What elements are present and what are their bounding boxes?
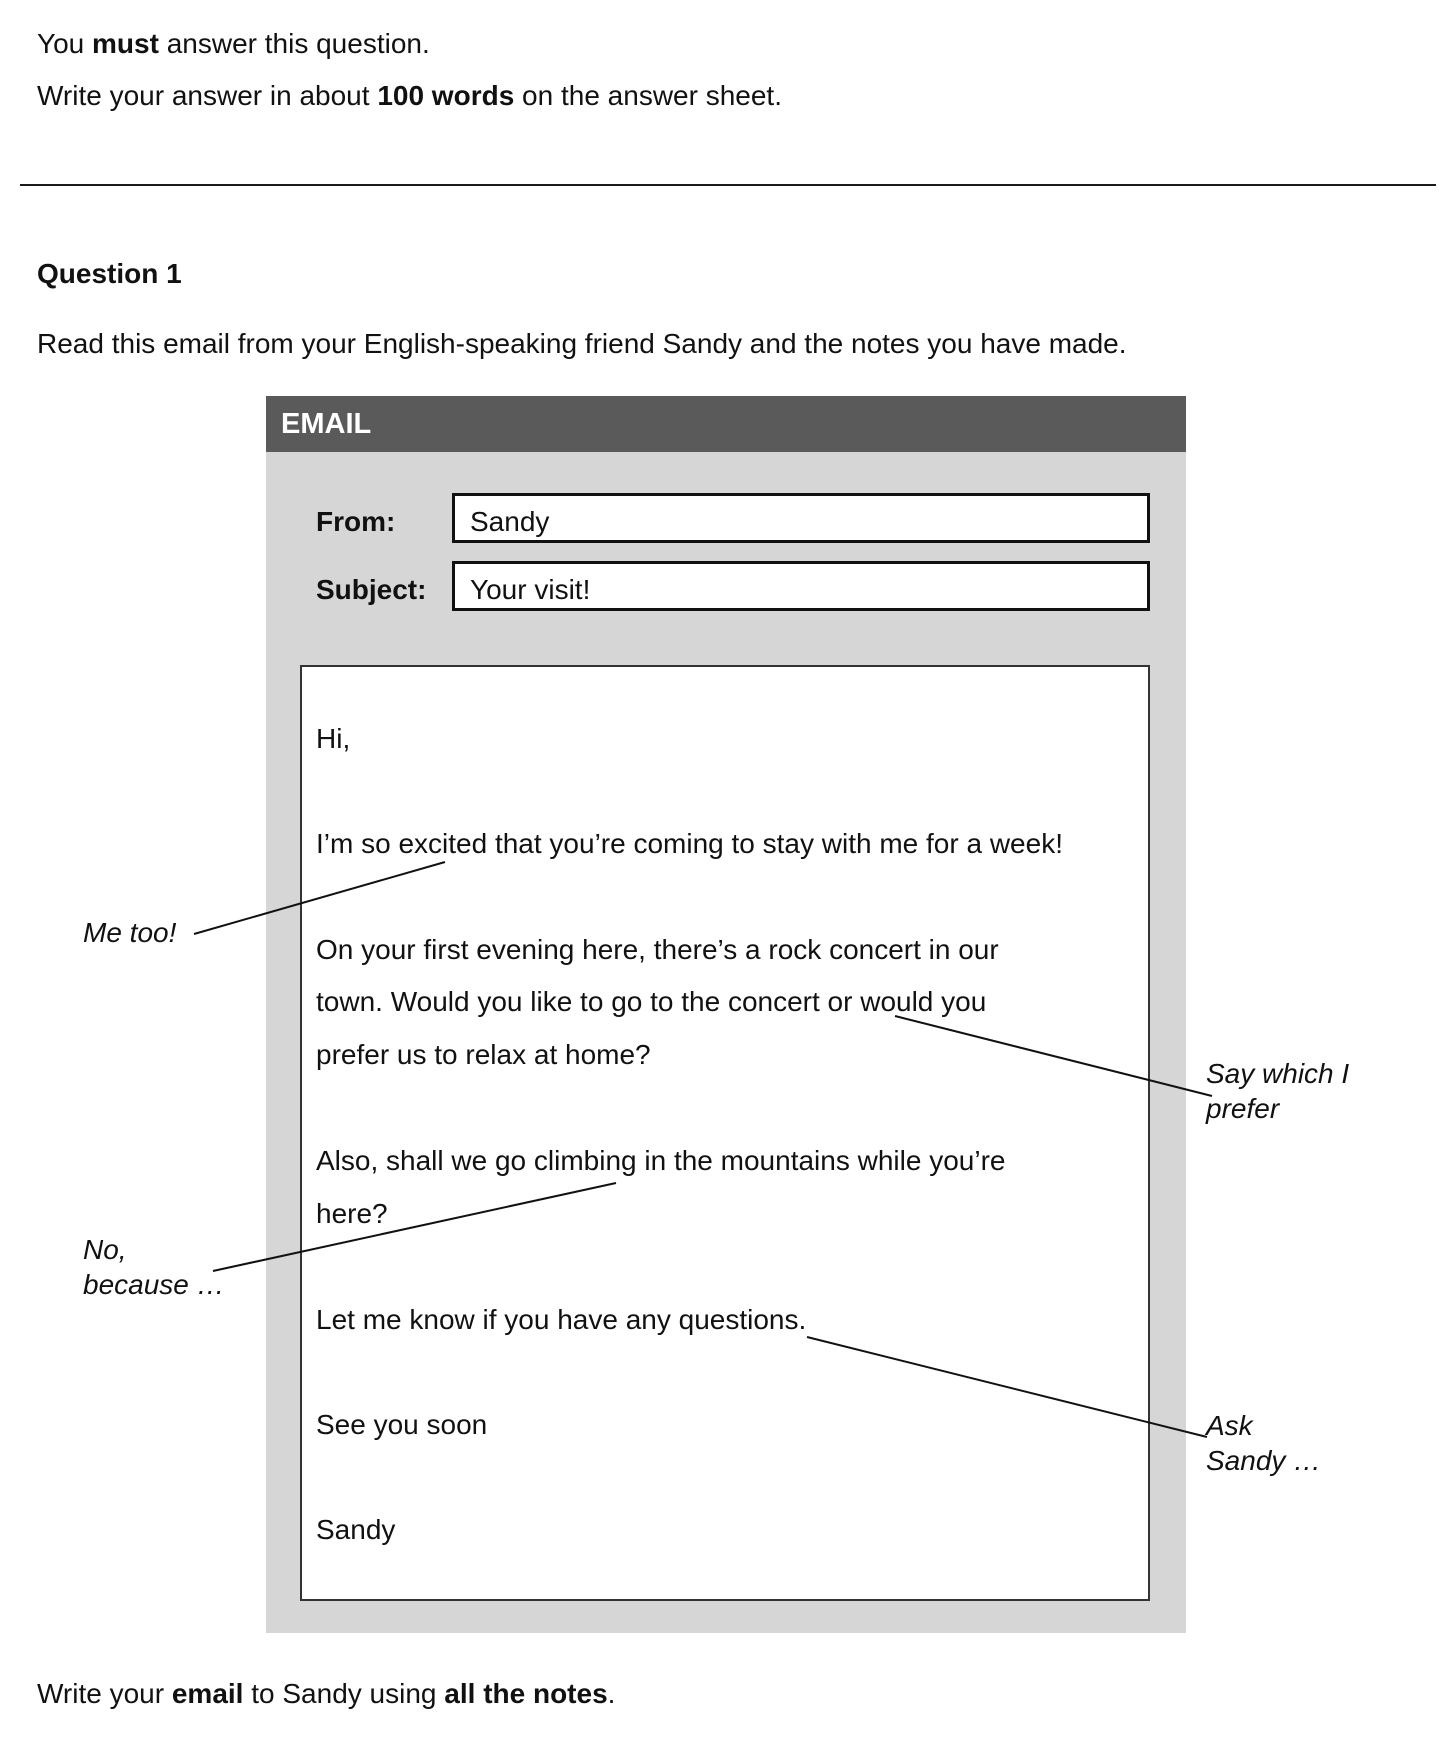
from-field (452, 493, 1150, 543)
email-body (300, 665, 1150, 1601)
email-panel-header (266, 396, 1186, 452)
note-text: Say which I (1206, 1058, 1350, 1089)
instruction-emphasis: all the notes (444, 1678, 608, 1709)
instruction-text: Write your answer in about (37, 80, 378, 111)
email-closing: See you soon (316, 1409, 488, 1440)
note-text: No, (83, 1234, 127, 1265)
from-label: From: (316, 506, 396, 537)
note-ask-sandy: Ask Sandy … (1206, 1408, 1321, 1478)
note-text: Me too! (83, 917, 177, 948)
section-divider (20, 184, 1436, 186)
email-paragraph-4: Let me know if you have any questions. (316, 1304, 807, 1335)
instruction-text: to Sandy using (243, 1678, 445, 1709)
note-say-which-i-prefer: Say which I prefer (1206, 1056, 1349, 1126)
instruction-must-answer: You must answer this question. (37, 28, 430, 60)
note-text: prefer (1206, 1093, 1280, 1124)
instruction-emphasis: 100 words (377, 80, 515, 111)
question-title: Question 1 (37, 258, 182, 289)
note-text: Ask (1206, 1410, 1253, 1441)
email-paragraph-3-line-1: Also, shall we go climbing in the mounta… (316, 1145, 1006, 1176)
note-no-because: No, because … (83, 1232, 225, 1302)
email-paragraph-2-line-2: town. Would you like to go to the concer… (316, 986, 987, 1017)
instruction-emphasis: email (171, 1678, 244, 1709)
note-me-too: Me too! (83, 915, 176, 950)
email-paragraph-3-line-2: here? (316, 1198, 388, 1229)
email-signature: Sandy (316, 1514, 396, 1545)
email-panel-title: EMAIL (281, 408, 372, 440)
subject-value: Your visit! (470, 574, 591, 605)
instruction-text: . (607, 1678, 616, 1709)
instruction-text: on the answer sheet. (514, 80, 782, 111)
email-paragraph-2-line-1: On your first evening here, there’s a ro… (316, 934, 999, 965)
note-text: Sandy … (1206, 1445, 1322, 1476)
instruction-text: answer this question. (158, 28, 430, 59)
email-paragraph-2-line-3: prefer us to relax at home? (316, 1039, 651, 1070)
email-paragraph-1: I’m so excited that you’re coming to sta… (316, 828, 1063, 859)
instruction-emphasis: must (92, 28, 159, 59)
subject-label: Subject: (316, 574, 427, 605)
final-instruction: Write your email to Sandy using all the … (37, 1678, 615, 1710)
instruction-word-count: Write your answer in about 100 words on … (37, 80, 782, 112)
from-value: Sandy (470, 506, 550, 537)
instruction-text: You (37, 28, 93, 59)
instruction-text: Write your (37, 1678, 172, 1709)
note-text: because … (83, 1269, 225, 1300)
email-greeting: Hi, (316, 723, 351, 754)
question-prompt: Read this email from your English-speaki… (37, 328, 1127, 359)
